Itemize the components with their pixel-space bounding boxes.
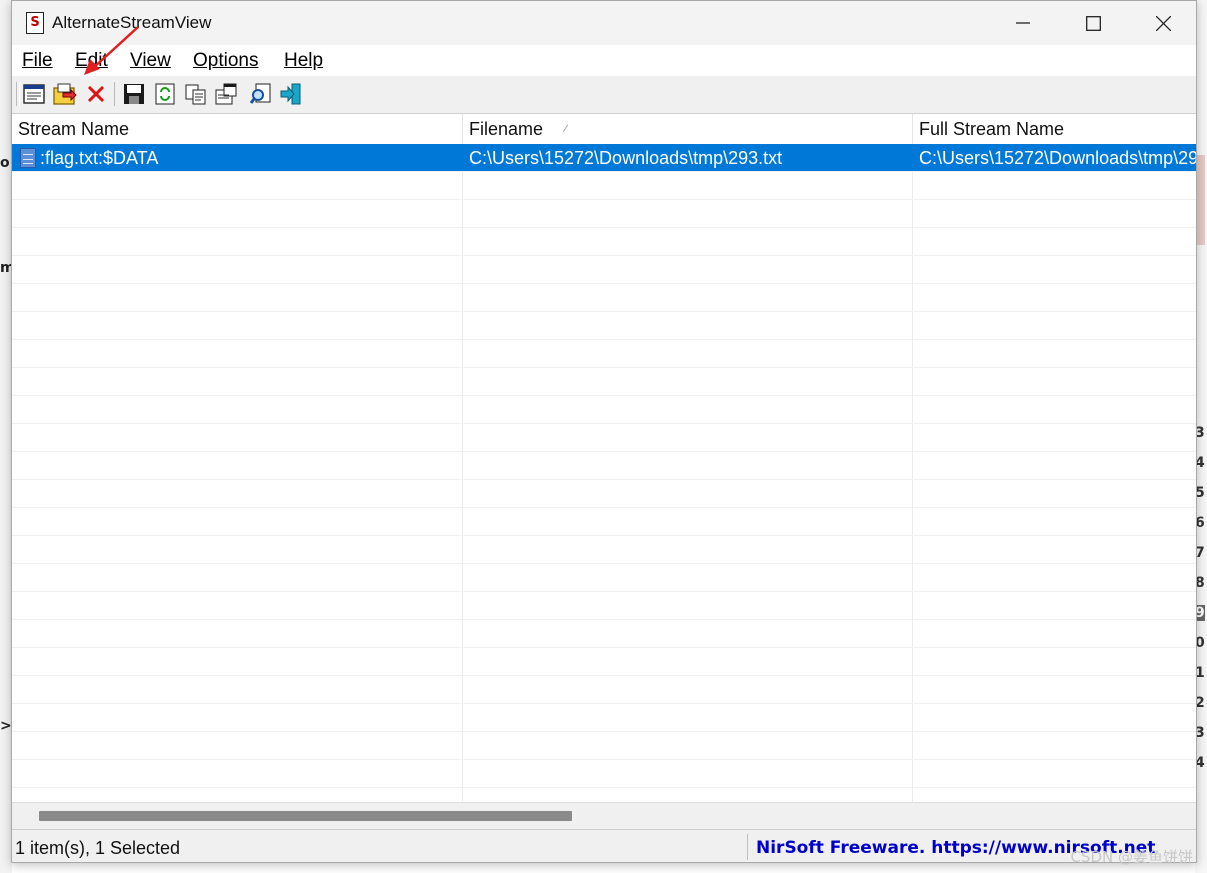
save-button[interactable] (121, 81, 147, 107)
extract-stream-button[interactable] (52, 81, 78, 107)
empty-row (12, 620, 1196, 648)
column-header-filename[interactable]: Filename ⁄ (463, 114, 913, 144)
empty-row (12, 760, 1196, 788)
toolbar (12, 76, 1196, 114)
empty-row (12, 564, 1196, 592)
background-decoration (1197, 155, 1205, 245)
menu-label: Help (284, 50, 324, 71)
column-label: Filename (469, 119, 544, 139)
empty-row (12, 256, 1196, 284)
table-row[interactable]: :flag.txt:$DATA C:\Users\15272\Downloads… (12, 144, 1196, 172)
status-divider (747, 834, 748, 860)
empty-row (12, 536, 1196, 564)
horizontal-scrollbar[interactable] (12, 802, 1196, 829)
minimize-icon (1016, 22, 1030, 24)
properties-icon (23, 84, 45, 104)
exit-icon (280, 83, 301, 105)
column-label: Full Stream Name (919, 119, 1065, 139)
watermark: CSDN @姜鱼饼饼 (1070, 848, 1193, 866)
save-icon (124, 84, 144, 104)
empty-row (12, 592, 1196, 620)
empty-row (12, 480, 1196, 508)
column-header-full-stream-name[interactable]: Full Stream Name (913, 114, 1196, 144)
empty-row (12, 312, 1196, 340)
empty-row (12, 396, 1196, 424)
menu-label: Options (193, 50, 259, 71)
toolbar-grip[interactable] (16, 82, 20, 106)
empty-row (12, 676, 1196, 704)
empty-row (12, 424, 1196, 452)
properties-button[interactable] (21, 81, 47, 107)
empty-row (12, 648, 1196, 676)
background-glyph: > (0, 718, 12, 734)
column-header-stream-name[interactable]: Stream Name (12, 114, 463, 144)
menu-help[interactable]: Help (284, 50, 323, 72)
menu-bar: File Edit View Options Help (12, 45, 1196, 77)
empty-row (12, 452, 1196, 480)
copy-icon (185, 84, 206, 105)
empty-row (12, 200, 1196, 228)
list-header: Stream Name Filename ⁄ Full Stream Name (12, 114, 1196, 145)
menu-label: File (22, 50, 53, 71)
empty-row (12, 508, 1196, 536)
exit-button[interactable] (278, 81, 304, 107)
app-icon: S (26, 12, 44, 34)
background-glyph: o (0, 155, 10, 171)
find-button[interactable] (248, 81, 274, 107)
status-bar: 1 item(s), 1 Selected NirSoft Freeware. … (12, 829, 1196, 862)
toolbar-separator (114, 82, 115, 106)
html-report-icon (215, 83, 237, 105)
stream-list[interactable]: Stream Name Filename ⁄ Full Stream Name … (12, 114, 1196, 802)
column-label: Stream Name (18, 119, 130, 139)
status-summary: 1 item(s), 1 Selected (15, 838, 181, 858)
maximize-button[interactable] (1058, 1, 1128, 45)
empty-row (12, 340, 1196, 368)
empty-row (12, 368, 1196, 396)
title-bar[interactable]: S AlternateStreamView (12, 1, 1196, 45)
app-window: S AlternateStreamView File Edit View Opt… (11, 0, 1197, 863)
sort-indicator-icon: ⁄ (565, 123, 567, 135)
close-button[interactable] (1128, 1, 1196, 45)
stream-file-icon (20, 148, 36, 168)
empty-row (12, 704, 1196, 732)
menu-file[interactable]: File (22, 50, 53, 72)
menu-options[interactable]: Options (193, 50, 258, 72)
minimize-button[interactable] (988, 1, 1058, 45)
refresh-icon (155, 83, 175, 105)
annotation-arrow-icon (84, 26, 139, 75)
cell-stream-name: :flag.txt:$DATA (40, 148, 159, 168)
empty-row (12, 228, 1196, 256)
cell-filename: C:\Users\15272\Downloads\tmp\293.txt (469, 148, 783, 168)
refresh-button[interactable] (152, 81, 178, 107)
empty-row (12, 732, 1196, 760)
copy-button[interactable] (183, 81, 209, 107)
maximize-icon (1085, 15, 1101, 31)
find-icon (250, 83, 271, 104)
empty-row (12, 172, 1196, 200)
empty-row (12, 284, 1196, 312)
delete-icon (87, 85, 105, 103)
close-icon (1155, 15, 1171, 31)
cell-full-stream-name: C:\Users\15272\Downloads\tmp\293.txt:fla… (919, 148, 1196, 168)
delete-button[interactable] (83, 81, 109, 107)
scrollbar-thumb[interactable] (39, 811, 572, 821)
html-report-button[interactable] (214, 81, 240, 107)
extract-stream-icon (53, 83, 77, 105)
